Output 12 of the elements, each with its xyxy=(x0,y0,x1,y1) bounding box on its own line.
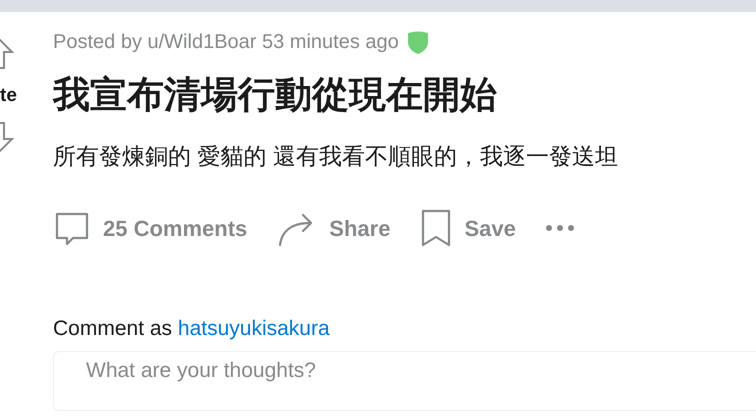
bookmark-icon xyxy=(420,208,452,248)
shield-icon xyxy=(406,30,429,54)
post-body: 所有發煉銅的 愛貓的 還有我看不順眼的，我逐一發送坦 xyxy=(53,145,619,168)
vote-label: te xyxy=(0,86,17,105)
comment-field[interactable]: What are your thoughts? xyxy=(53,351,756,411)
username-link[interactable]: hatsuyukisakura xyxy=(178,317,330,340)
post-meta: Posted by u/Wild1Boar 53 minutes ago xyxy=(53,32,399,52)
save-button[interactable]: Save xyxy=(420,208,516,248)
comments-button[interactable]: 25 Comments xyxy=(53,209,248,247)
share-button[interactable]: Share xyxy=(277,208,390,248)
post-title: 我宣布清場行動從現在開始 xyxy=(53,76,498,113)
comment-as-text: Comment as hatsuyukisakura xyxy=(53,318,331,339)
